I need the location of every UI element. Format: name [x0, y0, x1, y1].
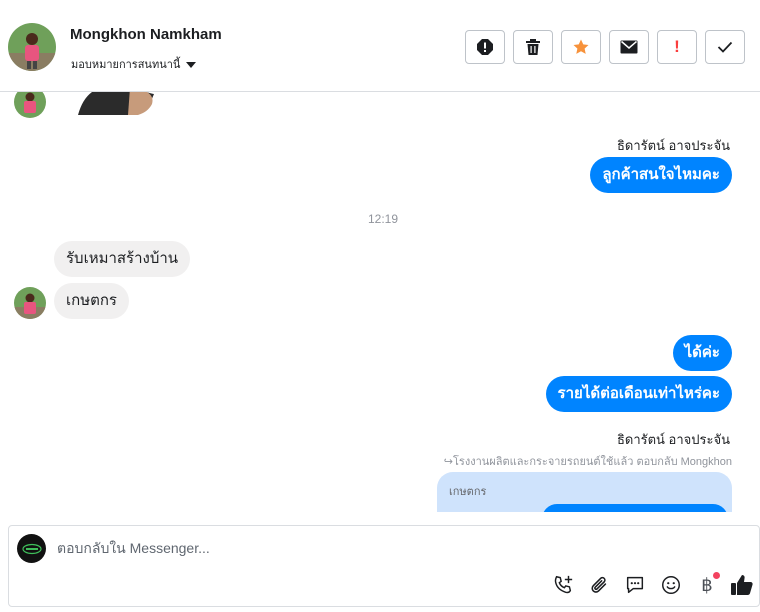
check-icon — [717, 41, 733, 53]
incoming-message[interactable]: รับเหมาสร้างบ้าน — [54, 241, 191, 277]
mark-spam-button[interactable] — [465, 30, 505, 64]
baht-symbol: ฿ — [701, 574, 713, 596]
contact-avatar-small — [14, 92, 46, 118]
mark-unread-button[interactable] — [609, 30, 649, 64]
quoted-text: เกษตกร — [449, 486, 487, 498]
star-button[interactable] — [561, 30, 601, 64]
incoming-message[interactable]: เกษตกร — [54, 283, 129, 319]
reply-composer: ฿ — [8, 525, 760, 607]
assign-conversation-dropdown[interactable]: มอบหมายการสนทนานี้ — [71, 55, 197, 73]
paperclip-icon[interactable] — [586, 572, 612, 598]
reply-bubble — [542, 504, 728, 512]
assign-label: มอบหมายการสนทนานี้ — [71, 59, 181, 71]
trash-icon — [526, 39, 540, 55]
exclamation-icon: ! — [674, 37, 680, 56]
thumbs-up-icon[interactable] — [729, 572, 755, 598]
mark-done-button[interactable] — [705, 30, 745, 64]
message-thread[interactable]: ธิดารัตน์ อาจประจัน ลูกค้าสนใจไหมคะ 12:1… — [0, 92, 760, 512]
outgoing-message[interactable]: ได้ค่ะ — [672, 335, 732, 371]
outgoing-message[interactable]: รายได้ต่อเดือนเท่าไหร่คะ — [545, 376, 732, 412]
follow-up-button[interactable]: ! — [657, 30, 697, 64]
contact-avatar[interactable] — [8, 23, 56, 71]
envelope-icon — [620, 40, 638, 54]
contact-avatar-small — [14, 287, 46, 319]
sender-name: ธิดารัตน์ อาจประจัน — [616, 432, 730, 447]
sender-name: ธิดารัตน์ อาจประจัน — [616, 138, 730, 153]
delete-button[interactable] — [513, 30, 553, 64]
saved-reply-icon[interactable] — [622, 572, 648, 598]
timestamp: 12:19 — [367, 212, 399, 226]
star-icon — [573, 39, 589, 54]
outgoing-message[interactable]: ลูกค้าสนใจไหมคะ — [590, 157, 732, 193]
contact-name[interactable]: Mongkhon Namkham — [70, 26, 222, 43]
image-attachment[interactable] — [78, 92, 158, 115]
page-avatar — [17, 534, 46, 563]
reply-context: ↪โรงงานผลิตและกระจายรถยนต์ใช้แล้ว ตอบกลั… — [443, 456, 732, 468]
phone-add-icon[interactable] — [550, 572, 576, 598]
emoji-icon[interactable] — [658, 572, 684, 598]
quoted-reply[interactable]: เกษตกร — [437, 472, 732, 512]
message-input[interactable] — [57, 540, 717, 556]
conversation-header: Mongkhon Namkham มอบหมายการสนทนานี้ ! — [0, 0, 760, 92]
notification-dot — [713, 572, 720, 579]
alert-circle-icon — [477, 39, 493, 55]
caret-down-icon — [186, 61, 197, 68]
